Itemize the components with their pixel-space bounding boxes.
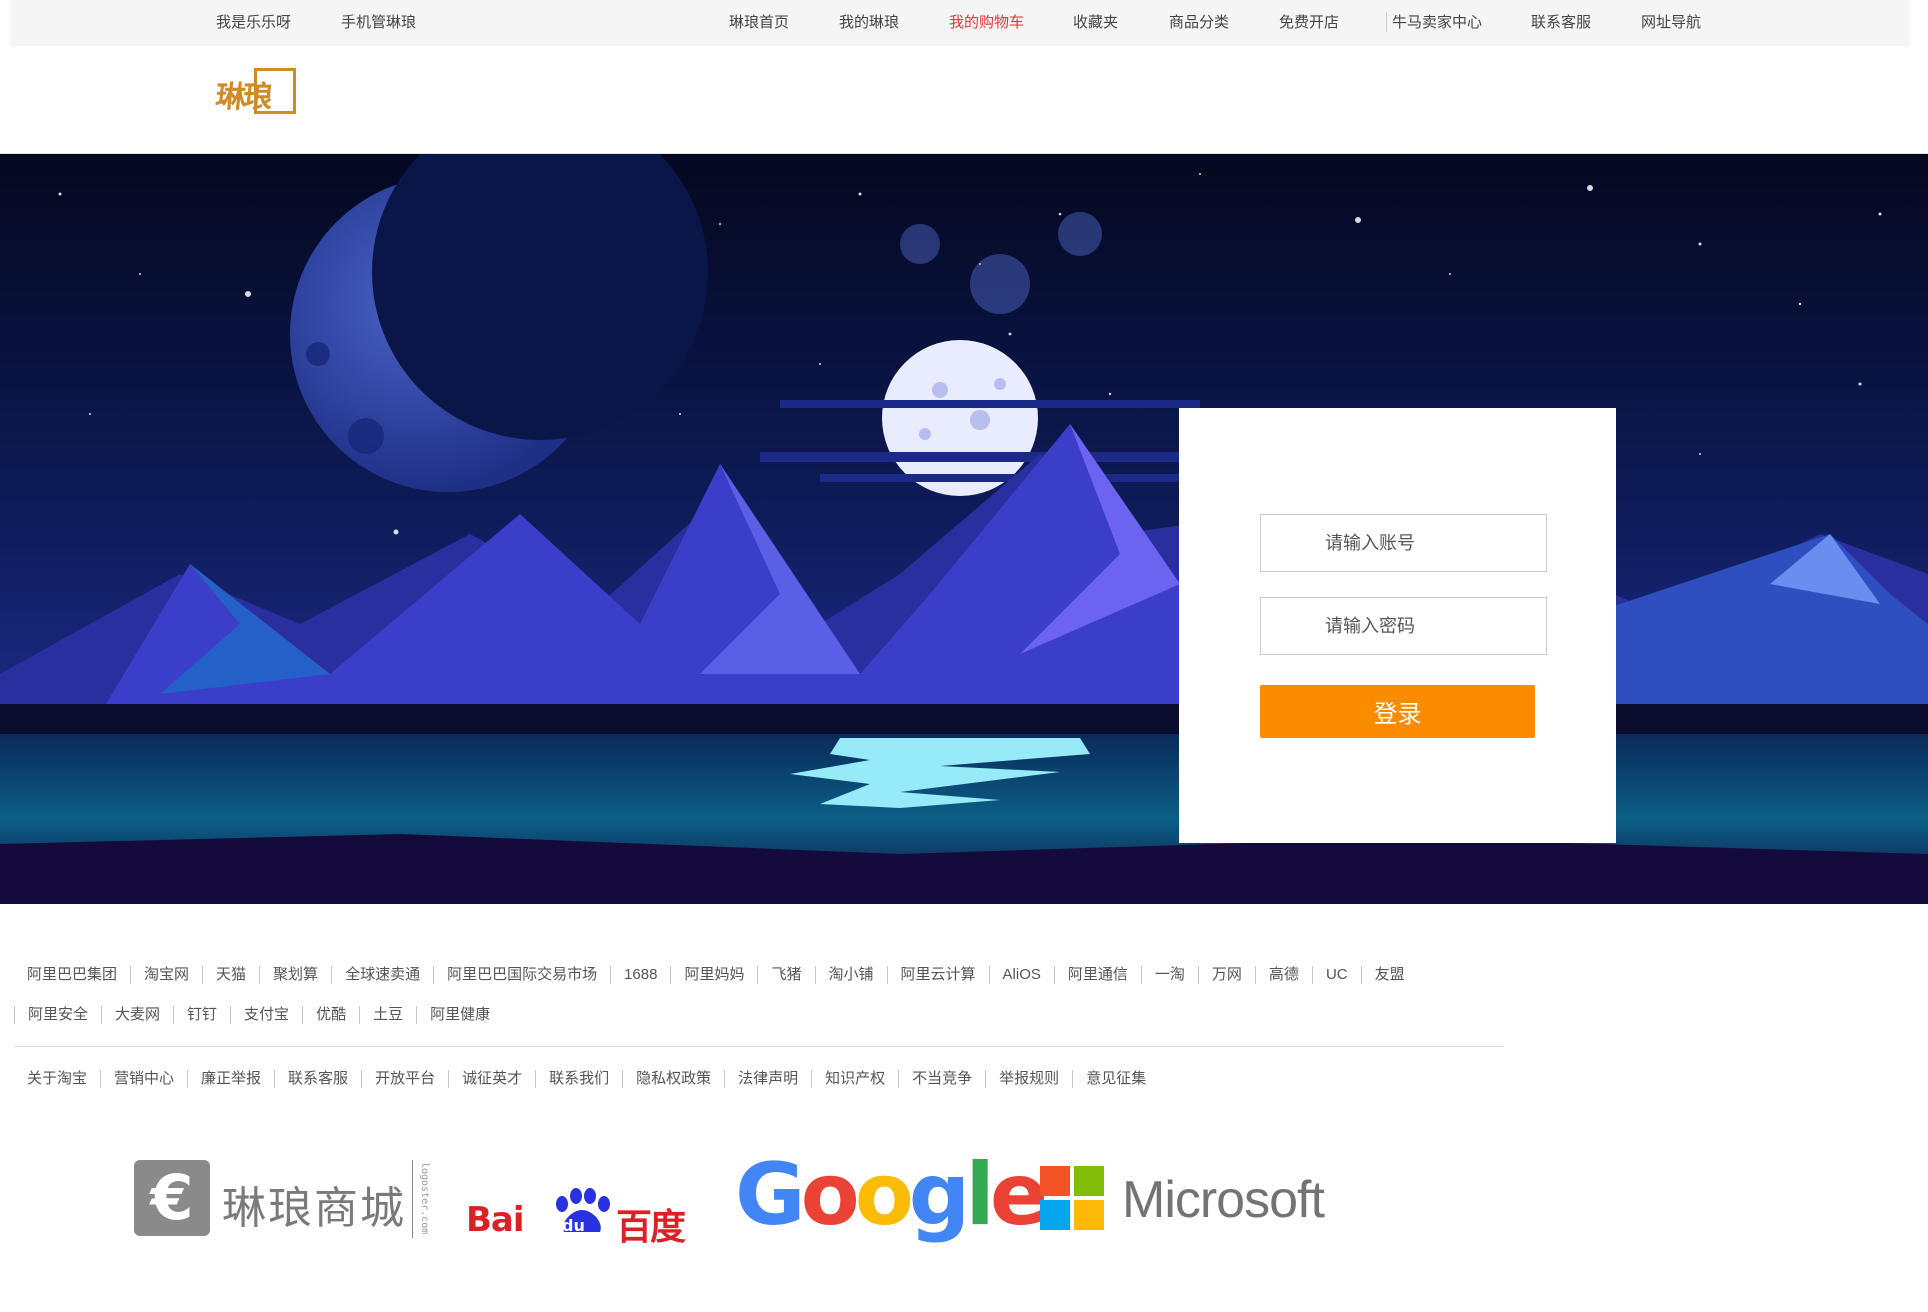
google-letter: o <box>854 1145 914 1245</box>
footer-link[interactable]: 高德 <box>1254 966 1312 984</box>
topbar-link-cart[interactable]: 我的购物车 <box>949 11 1024 32</box>
footer-link[interactable]: 联系客服 <box>274 1070 361 1088</box>
topbar-link-mobile[interactable]: 手机管琳琅 <box>341 11 416 32</box>
logo-text: 琳琅 <box>213 80 272 115</box>
ms-square <box>1074 1166 1104 1196</box>
microsoft-name: Microsoft <box>1122 1171 1325 1229</box>
footer-link[interactable]: 飞猪 <box>757 966 814 984</box>
topbar-link-home[interactable]: 琳琅首页 <box>729 11 789 32</box>
google-letter: G <box>735 1145 806 1245</box>
footer-link[interactable]: 阿里安全 <box>14 1006 101 1024</box>
baidu-logo: Bai du 百度 <box>466 1188 706 1248</box>
topbar-link-my-account[interactable]: 我的琳琅 <box>839 11 899 32</box>
footer-link[interactable]: 诚征英才 <box>448 1070 535 1088</box>
footer-link[interactable]: 大麦网 <box>101 1006 173 1024</box>
account-input[interactable] <box>1260 514 1547 572</box>
ms-square <box>1040 1166 1070 1196</box>
topbar-link-site-nav[interactable]: 网址导航 <box>1641 11 1701 32</box>
linlang-mall-logo: € 琳琅商城 logoster.com <box>134 1160 434 1240</box>
footer-link[interactable]: 阿里健康 <box>416 1006 503 1024</box>
topbar-link-seller-center[interactable]: 牛马卖家中心 <box>1392 11 1482 32</box>
footer-link[interactable]: 开放平台 <box>361 1070 448 1088</box>
linlang-watermark: logoster.com <box>419 1162 430 1235</box>
footer-links-row-2: 阿里安全 大麦网 钉钉 支付宝 优酷 土豆 阿里健康 <box>14 1006 1504 1024</box>
euro-icon: € <box>134 1160 210 1236</box>
topbar-link-user[interactable]: 我是乐乐呀 <box>216 11 291 32</box>
footer-links-row-1: 阿里巴巴集团 淘宝网 天猫 聚划算 全球速卖通 阿里巴巴国际交易市场 1688 阿里妈妈 飞猪淘… <box>14 966 1504 984</box>
login-button[interactable]: 登录 <box>1260 685 1535 738</box>
footer-link[interactable]: 法律声明 <box>724 1070 811 1088</box>
footer-link[interactable]: 廉正举报 <box>187 1070 274 1088</box>
topbar-divider <box>1386 12 1387 32</box>
footer-link[interactable]: 1688 <box>610 966 670 984</box>
footer-link[interactable]: 关于淘宝 <box>14 1070 100 1088</box>
footer-links-row-3: 关于淘宝 营销中心 廉正举报 联系客服 开放平台 诚征英才 联系我们 隐私权政策 法律声明 知识产… <box>14 1070 1504 1088</box>
footer-link[interactable]: UC <box>1311 966 1361 984</box>
footer-link[interactable]: 聚划算 <box>259 966 331 984</box>
footer-link[interactable]: 知识产权 <box>811 1070 898 1088</box>
linlang-divider <box>412 1160 413 1238</box>
footer-link[interactable]: 营销中心 <box>100 1070 187 1088</box>
footer-link[interactable]: 一淘 <box>1140 966 1198 984</box>
header: 琳琅 <box>0 46 1928 154</box>
google-letter: e <box>989 1145 1048 1245</box>
footer-link[interactable]: 不当竞争 <box>898 1070 985 1088</box>
footer-link[interactable]: 联系我们 <box>535 1070 622 1088</box>
footer-link[interactable]: 阿里云计算 <box>886 966 989 984</box>
linlang-mall-name: 琳琅商城 <box>222 1183 406 1234</box>
microsoft-windows-icon <box>1040 1166 1104 1230</box>
baidu-chinese: 百度 <box>616 1207 686 1248</box>
footer-link[interactable]: 隐私权政策 <box>622 1070 724 1088</box>
topbar-link-categories[interactable]: 商品分类 <box>1169 11 1229 32</box>
ms-square <box>1074 1200 1104 1230</box>
ms-square <box>1040 1200 1070 1230</box>
topbar-link-open-store[interactable]: 免费开店 <box>1279 11 1339 32</box>
footer-link[interactable]: 支付宝 <box>230 1006 302 1024</box>
baidu-du: du <box>562 1216 585 1235</box>
hero-banner: 登录 <box>0 154 1928 904</box>
night-mountain-illustration <box>0 154 1928 904</box>
footer-link[interactable]: 天猫 <box>202 966 259 984</box>
footer-link[interactable]: 阿里巴巴国际交易市场 <box>433 966 610 984</box>
top-bar: 我是乐乐呀 手机管琳琅 琳琅首页 我的琳琅 我的购物车 收藏夹 商品分类 免费开… <box>10 0 1910 46</box>
topbar-link-customer-service[interactable]: 联系客服 <box>1531 11 1591 32</box>
footer-divider <box>14 1046 1504 1047</box>
partner-logos: € 琳琅商城 logoster.com Bai du 百度 Google Mic… <box>0 1140 1928 1250</box>
footer-link[interactable]: 钉钉 <box>173 1006 230 1024</box>
footer-link[interactable]: 友盟 <box>1360 966 1418 984</box>
footer-link[interactable]: 淘宝网 <box>130 966 202 984</box>
login-form: 登录 <box>1179 408 1616 843</box>
footer-link[interactable]: 全球速卖通 <box>331 966 433 984</box>
google-letter: g <box>908 1145 971 1245</box>
footer-link[interactable]: 阿里巴巴集团 <box>14 966 130 984</box>
footer-link[interactable]: 阿里通信 <box>1053 966 1141 984</box>
footer-link[interactable]: 土豆 <box>359 1006 416 1024</box>
microsoft-logo: Microsoft <box>1040 1166 1350 1236</box>
footer-link[interactable]: 意见征集 <box>1072 1070 1159 1088</box>
footer-link[interactable]: AliOS <box>988 966 1054 984</box>
footer-link[interactable]: 优酷 <box>302 1006 359 1024</box>
google-logo: Google <box>735 1140 1048 1250</box>
password-input[interactable] <box>1260 597 1547 655</box>
footer-link[interactable]: 阿里妈妈 <box>670 966 757 984</box>
footer-link[interactable]: 万网 <box>1197 966 1255 984</box>
google-letter: o <box>800 1145 860 1245</box>
footer-link[interactable]: 举报规则 <box>985 1070 1072 1088</box>
topbar-link-favorites[interactable]: 收藏夹 <box>1073 11 1118 32</box>
baidu-latin: Bai <box>466 1200 525 1240</box>
google-letter: l <box>965 1145 995 1245</box>
site-logo[interactable]: 琳琅 <box>214 66 298 116</box>
footer-link[interactable]: 淘小铺 <box>814 966 887 984</box>
